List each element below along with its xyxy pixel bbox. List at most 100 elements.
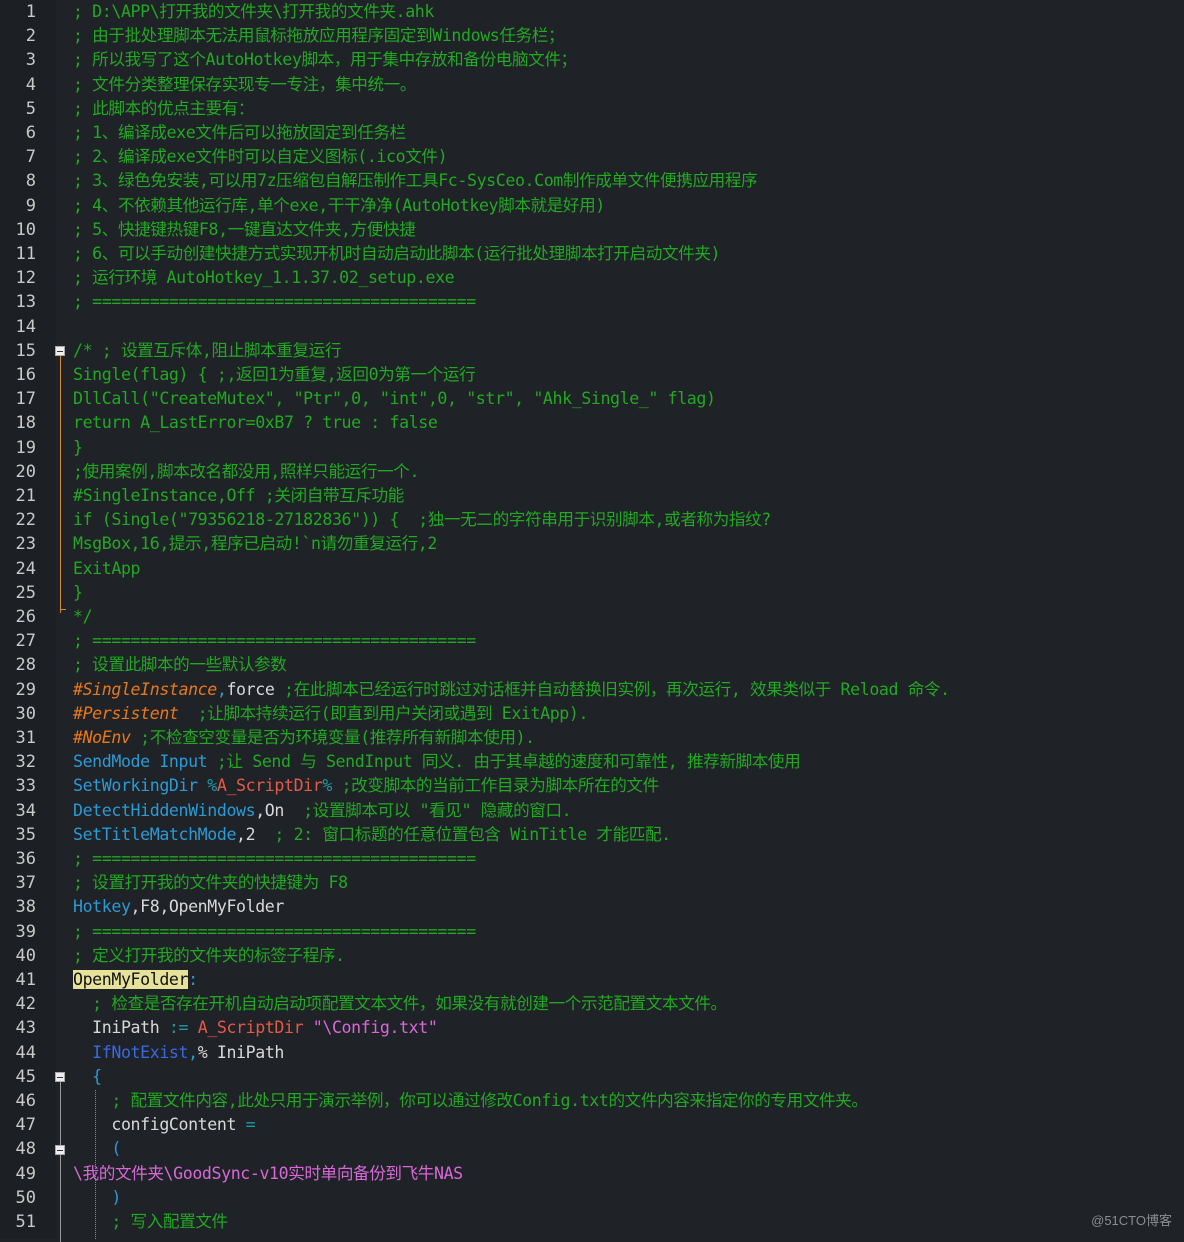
line-number: 26 [0, 605, 36, 629]
line-number: 42 [0, 992, 36, 1016]
code-line[interactable]: 8; 3、绿色免安装,可以用7z压缩包自解压制作工具Fc-SysCeo.Com制… [0, 169, 1184, 193]
token-dir: #SingleInstance [73, 680, 217, 699]
line-number: 9 [0, 194, 36, 218]
line-text: #NoEnv ;不检查空变量是否为环境变量(推荐所有新脚本使用). [73, 726, 535, 750]
code-line[interactable]: 5; 此脚本的优点主要有： [0, 97, 1184, 121]
line-number: 27 [0, 629, 36, 653]
code-line[interactable]: 47 configContent = [0, 1113, 1184, 1137]
token-cm: } [73, 583, 83, 602]
code-line[interactable]: 11; 6、可以手动创建快捷方式实现开机时自动启动此脚本(运行批处理脚本打开启动… [0, 242, 1184, 266]
fold-toggle-icon[interactable] [55, 346, 65, 356]
code-line[interactable]: 17DllCall("CreateMutex", "Ptr",0, "int",… [0, 387, 1184, 411]
code-line[interactable]: 18 return A_LastError=0xB7 ? true : false [0, 411, 1184, 435]
token-tx: ,2 [236, 825, 255, 844]
token-cm: return A_LastError=0xB7 ? true : false [73, 413, 437, 432]
code-line[interactable]: 3; 所以我写了这个AutoHotkey脚本，用于集中存放和备份电脑文件； [0, 48, 1184, 72]
line-number: 40 [0, 944, 36, 968]
indent-guide [95, 1090, 96, 1239]
token-cm: MsgBox,16,提示,程序已启动!`n请勿重复运行,2 [73, 534, 437, 553]
code-line[interactable]: 33SetWorkingDir %A_ScriptDir% ;改变脚本的当前工作… [0, 774, 1184, 798]
code-line[interactable]: 35SetTitleMatchMode,2 ; 2: 窗口标题的任意位置包含 W… [0, 823, 1184, 847]
code-line[interactable]: 24ExitApp [0, 557, 1184, 581]
code-line[interactable]: 38Hotkey,F8,OpenMyFolder [0, 895, 1184, 919]
code-line[interactable]: 13; ====================================… [0, 290, 1184, 314]
line-number: 14 [0, 315, 36, 339]
code-line[interactable]: 10; 5、快捷键热键F8,一键直达文件夹,方便快捷 [0, 218, 1184, 242]
code-line[interactable]: 7; 2、编译成exe文件时可以自定义图标(.ico文件) [0, 145, 1184, 169]
line-number: 44 [0, 1041, 36, 1065]
line-number: 6 [0, 121, 36, 145]
code-line[interactable]: 40; 定义打开我的文件夹的标签子程序. [0, 944, 1184, 968]
line-number: 38 [0, 895, 36, 919]
token-cm: DllCall("CreateMutex", "Ptr",0, "int",0,… [73, 389, 716, 408]
code-line[interactable]: 21#SingleInstance,Off ;关闭自带互斥功能 [0, 484, 1184, 508]
token-cm: ; 检查是否存在开机自动启动项配置文本文件，如果没有就创建一个示范配置文本文件。 [73, 994, 727, 1013]
line-number: 4 [0, 73, 36, 97]
token-str: "\Config.txt" [313, 1018, 438, 1037]
line-text: IfNotExist,% IniPath [73, 1041, 284, 1065]
line-text: ; 2、编译成exe文件时可以自定义图标(.ico文件) [73, 145, 447, 169]
code-line[interactable]: 20;使用案例,脚本改名都没用,照样只能运行一个. [0, 460, 1184, 484]
code-line[interactable]: 42 ; 检查是否存在开机自动启动项配置文本文件，如果没有就创建一个示范配置文本… [0, 992, 1184, 1016]
token-cm: Single(flag) { ;,返回1为重复,返回0为第一个运行 [73, 365, 475, 384]
code-line[interactable]: 27; ====================================… [0, 629, 1184, 653]
code-line[interactable]: 46 ; 配置文件内容,此处只用于演示举例，你可以通过修改Config.txt的… [0, 1089, 1184, 1113]
token-cm: } [73, 438, 83, 457]
code-line[interactable]: 1; D:\APP\打开我的文件夹\打开我的文件夹.ahk [0, 0, 1184, 24]
code-line[interactable]: 29#SingleInstance,force ;在此脚本已经运行时跳过对话框并… [0, 678, 1184, 702]
code-line[interactable]: 44 IfNotExist,% IniPath [0, 1041, 1184, 1065]
code-line[interactable]: 43 IniPath := A_ScriptDir "\Config.txt" [0, 1016, 1184, 1040]
code-line[interactable]: 4; 文件分类整理保存实现专一专注，集中统一。 [0, 73, 1184, 97]
token-cm: ; 6、可以手动创建快捷方式实现开机时自动启动此脚本(运行批处理脚本打开启动文件… [73, 244, 720, 263]
code-line[interactable]: 9; 4、不依赖其他运行库,单个exe,干干净净(AutoHotkey脚本就是好… [0, 194, 1184, 218]
code-line[interactable]: 48 ( [0, 1137, 1184, 1161]
token-tx: force [226, 680, 274, 699]
code-line[interactable]: 28; 设置此脚本的一些默认参数 [0, 653, 1184, 677]
line-number: 32 [0, 750, 36, 774]
code-line[interactable]: 50 ) [0, 1186, 1184, 1210]
line-text: ; 检查是否存在开机自动启动项配置文本文件，如果没有就创建一个示范配置文本文件。 [73, 992, 727, 1016]
line-text: #Persistent ;让脚本持续运行(即直到用户关闭或遇到 ExitApp)… [73, 702, 588, 726]
line-text: ( [73, 1137, 121, 1161]
code-line[interactable]: 19} [0, 436, 1184, 460]
fold-toggle-icon[interactable] [55, 1072, 65, 1082]
token-cm: #SingleInstance,Off ;关闭自带互斥功能 [73, 486, 404, 505]
code-line[interactable]: 45 { [0, 1065, 1184, 1089]
token-tx [188, 1018, 198, 1037]
code-line[interactable]: 34DetectHiddenWindows,On ;设置脚本可以 "看见" 隐藏… [0, 799, 1184, 823]
code-line[interactable]: 2; 由于批处理脚本无法用鼠标拖放应用程序固定到Windows任务栏； [0, 24, 1184, 48]
line-number: 18 [0, 411, 36, 435]
fold-toggle-icon[interactable] [55, 1145, 65, 1155]
line-text: #SingleInstance,force ;在此脚本已经运行时跳过对话框并自动… [73, 678, 950, 702]
code-line[interactable]: 39; ====================================… [0, 920, 1184, 944]
token-cm: ; 1、编译成exe文件后可以拖放固定到任务栏 [73, 123, 406, 142]
code-line[interactable]: 14 [0, 315, 1184, 339]
code-line[interactable]: 36; ====================================… [0, 847, 1184, 871]
line-text: SetTitleMatchMode,2 ; 2: 窗口标题的任意位置包含 Win… [73, 823, 671, 847]
code-line[interactable]: 16Single(flag) { ;,返回1为重复,返回0为第一个运行 [0, 363, 1184, 387]
code-line[interactable]: 15/* ; 设置互斥体,阻止脚本重复运行 [0, 339, 1184, 363]
line-number: 37 [0, 871, 36, 895]
code-line[interactable]: 25} [0, 581, 1184, 605]
line-text: configContent = [73, 1113, 255, 1137]
code-line[interactable]: 51 ; 写入配置文件 [0, 1210, 1184, 1234]
token-tx: % IniPath [198, 1043, 284, 1062]
code-line[interactable]: 23MsgBox,16,提示,程序已启动!`n请勿重复运行,2 [0, 532, 1184, 556]
fold-line [60, 353, 61, 613]
code-line[interactable]: 26*/ [0, 605, 1184, 629]
fold-line [60, 1082, 61, 1242]
token-op: % [322, 776, 332, 795]
code-line[interactable]: 41OpenMyFolder: [0, 968, 1184, 992]
code-line[interactable]: 30#Persistent ;让脚本持续运行(即直到用户关闭或遇到 ExitAp… [0, 702, 1184, 726]
token-hl: OpenMyFolder [73, 970, 188, 989]
code-line[interactable]: 32SendMode Input ;让 Send 与 SendInput 同义.… [0, 750, 1184, 774]
code-line[interactable]: 22if (Single("79356218-27182836")) { ;独一… [0, 508, 1184, 532]
code-line[interactable]: 49\我的文件夹\GoodSync-v10实时单向备份到飞牛NAS [0, 1162, 1184, 1186]
code-line[interactable]: 31#NoEnv ;不检查空变量是否为环境变量(推荐所有新脚本使用). [0, 726, 1184, 750]
code-line[interactable]: 12; 运行环境 AutoHotkey_1.1.37.02_setup.exe [0, 266, 1184, 290]
token-cm: ; ======================================… [73, 849, 476, 868]
code-line[interactable]: 37; 设置打开我的文件夹的快捷键为 F8 [0, 871, 1184, 895]
line-text: ; 配置文件内容,此处只用于演示举例，你可以通过修改Config.txt的文件内… [73, 1089, 868, 1113]
code-line[interactable]: 6 ; 1、编译成exe文件后可以拖放固定到任务栏 [0, 121, 1184, 145]
line-number: 10 [0, 218, 36, 242]
